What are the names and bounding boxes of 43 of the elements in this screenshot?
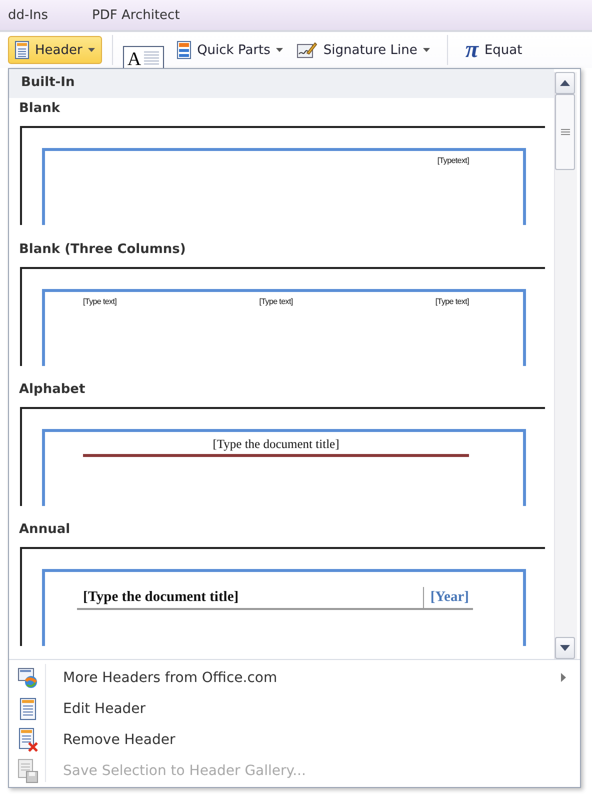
caret-icon (88, 48, 96, 52)
grip-icon (560, 129, 570, 135)
quick-parts-button[interactable]: Quick Parts (170, 36, 290, 64)
placeholder-text: [Typetext] (437, 156, 469, 165)
ribbon-tab[interactable]: dd-Ins (8, 8, 48, 22)
placeholder-text: [Type text] (435, 297, 469, 306)
down-arrow-icon (560, 645, 570, 651)
menu-item[interactable]: Remove Header (9, 724, 580, 755)
letter-icon: A (127, 44, 142, 70)
scroll-thumb[interactable] (555, 94, 575, 170)
save-page-icon (17, 758, 39, 782)
ribbon-tab[interactable]: PDF Architect (92, 8, 180, 22)
menu-item[interactable]: Edit Header (9, 693, 580, 724)
caret-icon (276, 48, 284, 52)
header-button[interactable]: Header (8, 36, 102, 64)
text-box-button[interactable]: A (123, 46, 164, 68)
submenu-arrow-icon (561, 673, 566, 682)
page-icon (20, 698, 36, 720)
gallery-item-name: Alphabet (19, 381, 86, 399)
equation-button[interactable]: π Equat (458, 36, 530, 64)
gallery-item-name: Annual (19, 521, 72, 539)
gallery-item-name: Blank (Three Columns) (19, 241, 187, 259)
page-icon (177, 41, 192, 59)
caret-icon (423, 48, 430, 52)
document-title-text: [Type the document title] (82, 588, 240, 607)
page-icon (15, 41, 29, 59)
scroll-up-button[interactable] (555, 72, 575, 94)
section-heading: Built-In (9, 69, 554, 98)
gallery-item-name: Blank (19, 100, 62, 118)
remove-page-icon (17, 728, 39, 752)
signature-line-button[interactable]: Signature Line (290, 36, 438, 64)
placeholder-text: [Type text] (259, 297, 293, 306)
scroll-bar[interactable] (554, 72, 577, 659)
signature-icon (297, 41, 318, 59)
scroll-down-button[interactable] (555, 637, 575, 659)
document-title-text: [Type the document title] (212, 437, 340, 452)
up-arrow-icon (560, 80, 570, 86)
pi-icon: π (465, 36, 478, 64)
globe-page-icon (17, 666, 39, 688)
placeholder-text: [Type text] (83, 297, 117, 306)
menu-item[interactable]: More Headers from Office.com (9, 662, 580, 693)
year-text: [Year] (423, 587, 473, 608)
text-lines-icon (144, 50, 160, 64)
